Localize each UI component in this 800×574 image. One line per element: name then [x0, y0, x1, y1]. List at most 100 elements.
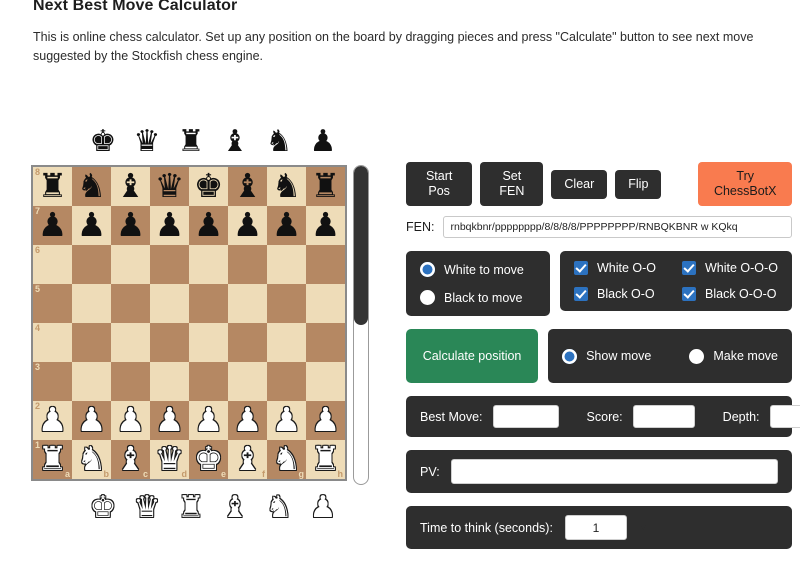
square-c8[interactable]: ♝: [111, 167, 150, 206]
square-a6[interactable]: 6: [33, 245, 72, 284]
tray-black-pawn[interactable]: ♟: [308, 126, 338, 158]
piece-white-p[interactable]: ♟: [272, 403, 302, 436]
radio-black-to-move[interactable]: Black to move: [420, 290, 523, 305]
square-h2[interactable]: ♟: [306, 401, 345, 440]
square-b7[interactable]: ♟: [72, 206, 111, 245]
checkbox-black-ooo[interactable]: Black O-O-O: [682, 287, 792, 301]
square-g4[interactable]: [267, 323, 306, 362]
tray-black-bishop[interactable]: ♝: [220, 126, 250, 158]
piece-white-k[interactable]: ♚: [194, 442, 224, 475]
square-a4[interactable]: 4: [33, 323, 72, 362]
square-c6[interactable]: [111, 245, 150, 284]
square-g3[interactable]: [267, 362, 306, 401]
square-g6[interactable]: [267, 245, 306, 284]
checkbox-white-oo-icon[interactable]: [574, 261, 588, 275]
piece-white-q[interactable]: ♛: [155, 442, 185, 475]
piece-black-p[interactable]: ♟: [38, 208, 68, 241]
piece-white-r[interactable]: ♜: [38, 442, 68, 475]
pv-input[interactable]: [450, 459, 778, 484]
square-f6[interactable]: [228, 245, 267, 284]
square-a1[interactable]: 1 a ♜: [33, 440, 72, 479]
square-g5[interactable]: [267, 284, 306, 323]
square-f8[interactable]: ♝: [228, 167, 267, 206]
square-e5[interactable]: [189, 284, 228, 323]
square-a5[interactable]: 5: [33, 284, 72, 323]
square-b4[interactable]: [72, 323, 111, 362]
tray-black-queen[interactable]: ♛: [132, 126, 162, 158]
checkbox-black-oo[interactable]: Black O-O: [574, 287, 682, 301]
square-h6[interactable]: [306, 245, 345, 284]
piece-black-n[interactable]: ♞: [77, 169, 107, 202]
square-f7[interactable]: ♟: [228, 206, 267, 245]
square-h8[interactable]: ♜: [306, 167, 345, 206]
piece-black-p[interactable]: ♟: [77, 208, 107, 241]
square-c4[interactable]: [111, 323, 150, 362]
square-b1[interactable]: b ♞: [72, 440, 111, 479]
square-g8[interactable]: ♞: [267, 167, 306, 206]
square-d4[interactable]: [150, 323, 189, 362]
piece-white-p[interactable]: ♟: [311, 403, 341, 436]
piece-white-r[interactable]: ♜: [311, 442, 341, 475]
piece-black-p[interactable]: ♟: [155, 208, 185, 241]
square-e6[interactable]: [189, 245, 228, 284]
piece-white-p[interactable]: ♟: [233, 403, 263, 436]
tray-white-queen[interactable]: ♛: [132, 492, 162, 524]
piece-white-p[interactable]: ♟: [38, 403, 68, 436]
square-b6[interactable]: [72, 245, 111, 284]
square-g2[interactable]: ♟: [267, 401, 306, 440]
piece-white-b[interactable]: ♝: [233, 442, 263, 475]
time-stepper-icon[interactable]: ▾: [641, 522, 646, 533]
radio-make-move-icon[interactable]: [689, 348, 705, 364]
square-b2[interactable]: ♟: [72, 401, 111, 440]
piece-black-q[interactable]: ♛: [155, 169, 185, 202]
piece-black-p[interactable]: ♟: [194, 208, 224, 241]
square-d2[interactable]: ♟: [150, 401, 189, 440]
checkbox-white-ooo[interactable]: White O-O-O: [682, 261, 792, 275]
try-chessbotx-button[interactable]: Try ChessBotX: [698, 162, 792, 206]
piece-white-n[interactable]: ♞: [272, 442, 302, 475]
radio-black-to-move-icon[interactable]: [420, 290, 435, 305]
piece-black-r[interactable]: ♜: [311, 169, 341, 202]
radio-white-to-move[interactable]: White to move: [420, 262, 524, 277]
square-d1[interactable]: d ♛: [150, 440, 189, 479]
piece-white-p[interactable]: ♟: [116, 403, 146, 436]
square-d7[interactable]: ♟: [150, 206, 189, 245]
radio-white-to-move-icon[interactable]: [420, 262, 435, 277]
square-a2[interactable]: 2 ♟: [33, 401, 72, 440]
square-h3[interactable]: [306, 362, 345, 401]
square-g1[interactable]: g ♞: [267, 440, 306, 479]
tray-black-king[interactable]: ♚: [88, 126, 118, 158]
tray-white-king[interactable]: ♚: [88, 492, 118, 524]
radio-show-move-icon[interactable]: [562, 348, 578, 364]
square-h4[interactable]: [306, 323, 345, 362]
tray-black-rook[interactable]: ♜: [176, 126, 206, 158]
piece-white-b[interactable]: ♝: [116, 442, 146, 475]
square-e7[interactable]: ♟: [189, 206, 228, 245]
piece-black-r[interactable]: ♜: [38, 169, 68, 202]
piece-black-p[interactable]: ♟: [233, 208, 263, 241]
tray-white-pawn[interactable]: ♟: [308, 492, 338, 524]
black-piece-tray[interactable]: ♚ ♛ ♜ ♝ ♞ ♟: [33, 124, 349, 160]
set-fen-button[interactable]: Set FEN: [480, 162, 544, 206]
square-d6[interactable]: [150, 245, 189, 284]
board-scrollbar-thumb[interactable]: [354, 166, 368, 325]
piece-black-p[interactable]: ♟: [311, 208, 341, 241]
square-f3[interactable]: [228, 362, 267, 401]
square-d5[interactable]: [150, 284, 189, 323]
square-a8[interactable]: 8 ♜: [33, 167, 72, 206]
piece-white-p[interactable]: ♟: [155, 403, 185, 436]
depth-input[interactable]: [769, 405, 800, 428]
square-c2[interactable]: ♟: [111, 401, 150, 440]
square-h5[interactable]: [306, 284, 345, 323]
square-c7[interactable]: ♟: [111, 206, 150, 245]
square-d3[interactable]: [150, 362, 189, 401]
piece-black-p[interactable]: ♟: [116, 208, 146, 241]
piece-black-k[interactable]: ♚: [194, 169, 224, 202]
clear-button[interactable]: Clear: [551, 169, 608, 199]
square-c1[interactable]: c ♝: [111, 440, 150, 479]
time-to-think-input[interactable]: [564, 515, 627, 540]
start-pos-button[interactable]: Start Pos: [406, 162, 473, 206]
square-d8[interactable]: ♛: [150, 167, 189, 206]
square-g7[interactable]: ♟: [267, 206, 306, 245]
square-a7[interactable]: 7 ♟: [33, 206, 72, 245]
